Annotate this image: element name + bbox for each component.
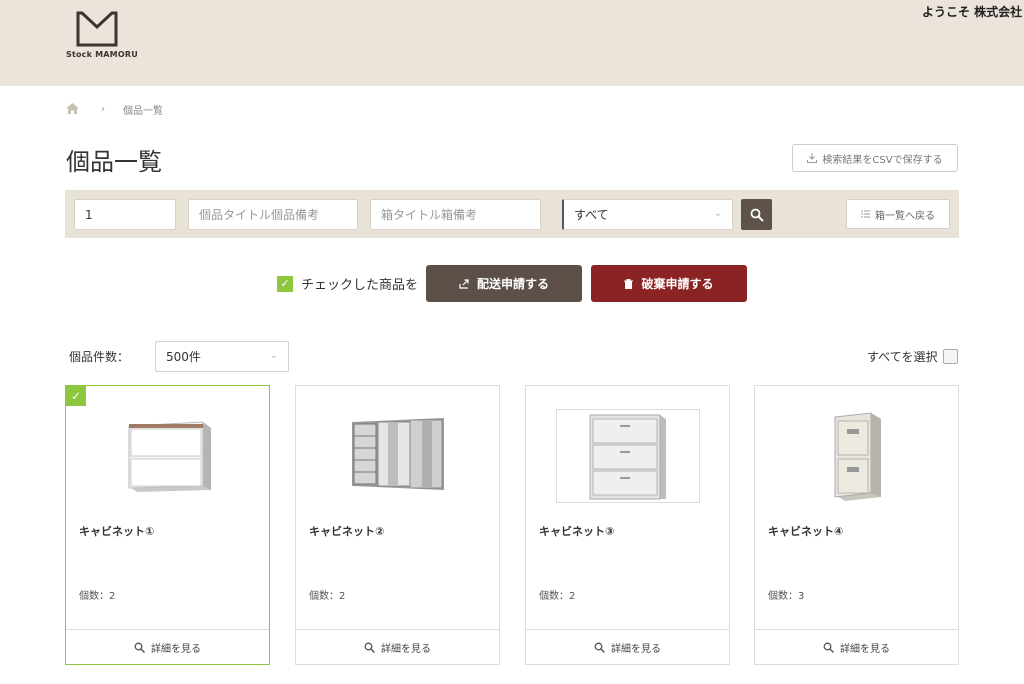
breadcrumb-separator: › (101, 104, 105, 115)
view-detail-label: 詳細を見る (151, 643, 201, 655)
search-icon (364, 642, 375, 653)
list-icon (861, 210, 870, 218)
item-card[interactable]: キャビネット② 個数：2 詳細を見る (295, 385, 500, 665)
search-icon (134, 642, 145, 653)
search-icon (594, 642, 605, 653)
box-number-input[interactable]: 1 (74, 199, 176, 230)
trash-icon (624, 278, 634, 289)
item-title-input[interactable]: 個品タイトル個品備考 (188, 199, 358, 230)
item-image-cabinet-1 (96, 404, 240, 508)
view-detail-button[interactable]: 詳細を見る (755, 629, 958, 664)
item-image-cabinet-2 (326, 404, 470, 508)
logo-text: Stock MAMORU (66, 50, 138, 59)
home-icon[interactable] (66, 102, 79, 117)
item-image-cabinet-3 (556, 404, 700, 508)
ship-request-label: 配送申請する (476, 277, 549, 291)
select-all-checkbox[interactable] (943, 349, 959, 364)
page-title: 個品一覧 (66, 148, 162, 176)
search-icon (823, 642, 834, 653)
csv-export-button[interactable]: 検索結果をCSVで保存する (792, 144, 958, 172)
logo-mark-icon (76, 11, 118, 47)
chevron-down-icon: ⌄ (269, 350, 278, 361)
item-count-value: 500件 (166, 350, 201, 364)
chevron-down-icon: ⌄ (713, 208, 722, 219)
select-all[interactable]: すべてを選択 (867, 348, 959, 365)
view-detail-button[interactable]: 詳細を見る (296, 629, 499, 664)
checked-items-group: ✓ チェックした商品を (277, 274, 418, 293)
view-detail-label: 詳細を見る (381, 643, 431, 655)
search-icon (750, 208, 764, 222)
status-select-value: すべて (574, 208, 609, 222)
view-detail-label: 詳細を見る (611, 643, 661, 655)
item-card[interactable]: ✓ キャビネット① 個数：2 詳細を見る (65, 385, 270, 665)
dispose-request-button[interactable]: 破棄申請する (591, 265, 747, 302)
welcome-text: ようこそ 株式会社 (922, 5, 1023, 19)
item-name: キャビネット④ (768, 525, 844, 538)
view-detail-button[interactable]: 詳細を見る (66, 629, 269, 664)
export-icon (459, 278, 469, 289)
breadcrumb: › 個品一覧 (66, 102, 163, 117)
box-title-input[interactable]: 箱タイトル箱備考 (370, 199, 541, 230)
item-card[interactable]: キャビネット③ 個数：2 詳細を見る (525, 385, 730, 665)
item-count-select[interactable]: 500件 ⌄ (155, 341, 289, 372)
item-quantity: 個数：2 (79, 591, 116, 602)
back-button-label: 箱一覧へ戻る (875, 210, 935, 222)
item-quantity: 個数：2 (309, 591, 346, 602)
view-detail-button[interactable]: 詳細を見る (526, 629, 729, 664)
item-image-cabinet-4 (785, 404, 929, 508)
select-all-label: すべてを選択 (867, 350, 938, 364)
dispose-request-label: 破棄申請する (641, 277, 714, 291)
csv-export-label: 検索結果をCSVで保存する (822, 154, 943, 166)
status-select[interactable]: すべて ⌄ (562, 199, 733, 230)
view-detail-label: 詳細を見る (840, 643, 890, 655)
breadcrumb-current: 個品一覧 (123, 106, 163, 117)
item-quantity: 個数：3 (768, 591, 805, 602)
checked-items-label: チェックした商品を (301, 278, 419, 293)
item-checkbox-checked[interactable]: ✓ (66, 386, 86, 406)
item-name: キャビネット② (309, 525, 385, 538)
item-name: キャビネット③ (539, 525, 615, 538)
item-count-label: 個品件数： (69, 350, 130, 364)
search-bar: 1 個品タイトル個品備考 箱タイトル箱備考 すべて ⌄ 箱一覧へ戻る (65, 190, 959, 238)
logo[interactable]: Stock MAMORU (66, 10, 138, 59)
item-name: キャビネット① (79, 525, 155, 538)
back-to-box-list-button[interactable]: 箱一覧へ戻る (846, 199, 950, 229)
ship-request-button[interactable]: 配送申請する (426, 265, 582, 302)
download-icon (807, 153, 818, 163)
item-card[interactable]: キャビネット④ 個数：3 詳細を見る (754, 385, 959, 665)
item-quantity: 個数：2 (539, 591, 576, 602)
header: Stock MAMORU ようこそ 株式会社 (0, 0, 1024, 86)
checked-indicator-checkbox[interactable]: ✓ (277, 275, 293, 292)
search-button[interactable] (741, 199, 772, 230)
